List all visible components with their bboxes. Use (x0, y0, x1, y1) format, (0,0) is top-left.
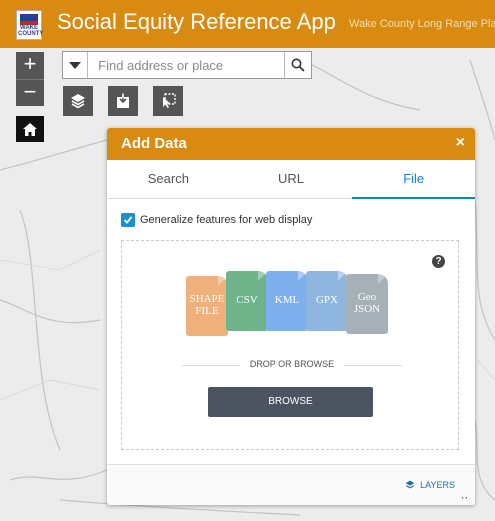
panel-title: Add Data (121, 135, 187, 152)
layers-icon (71, 94, 85, 109)
file-type-label: SHAPE FILE (189, 293, 225, 317)
file-type-label: GPX (315, 294, 338, 307)
tab-url[interactable]: URL (230, 160, 353, 198)
file-type-label: KML (274, 294, 300, 307)
layers-icon (405, 480, 415, 489)
search-button[interactable] (284, 52, 311, 78)
home-icon (23, 122, 37, 136)
county-logo: WAKE COUNTY (16, 10, 44, 40)
search-icon (291, 58, 305, 72)
search-widget (62, 51, 312, 79)
resize-grip-icon[interactable]: ⠠⠄ (458, 491, 471, 502)
add-data-tabs: Search URL File (107, 160, 475, 199)
app-header: WAKE COUNTY Social Equity Reference App … (0, 0, 495, 48)
geojson-type-icon: Geo JSON (346, 274, 388, 334)
search-source-dropdown[interactable] (63, 52, 89, 78)
tab-search[interactable]: Search (107, 160, 230, 198)
generalize-label: Generalize features for web display (140, 214, 313, 226)
layers-label: LAYERS (420, 480, 455, 490)
layers-link[interactable]: LAYERS (405, 480, 455, 490)
generalize-checkbox[interactable] (121, 213, 135, 227)
shapefile-type-icon: SHAPE FILE (186, 276, 228, 336)
add-data-panel: Add Data × Search URL File Generalize fe… (107, 128, 475, 505)
select-tool-button[interactable] (153, 86, 183, 116)
add-data-icon (117, 93, 129, 108)
csv-type-icon: CSV (226, 271, 268, 331)
close-icon[interactable]: × (456, 134, 465, 152)
zoom-in-button[interactable]: + (16, 52, 44, 79)
file-type-label: Geo JSON (353, 291, 381, 315)
panel-footer: LAYERS ⠠⠄ (107, 464, 475, 505)
drop-or-browse-text: DROP OR BROWSE (182, 359, 402, 369)
layers-tool-button[interactable] (63, 86, 93, 116)
zoom-out-button[interactable]: − (16, 80, 44, 107)
search-input[interactable] (88, 52, 285, 78)
app-title: Social Equity Reference App (57, 9, 336, 34)
kml-type-icon: KML (266, 271, 308, 331)
select-icon (163, 93, 176, 108)
logo-text: WAKE COUNTY (18, 25, 44, 37)
tab-file[interactable]: File (352, 160, 475, 199)
panel-header: Add Data × (107, 128, 475, 160)
gpx-type-icon: GPX (306, 271, 348, 331)
app-subtitle: Wake County Long Range Pla (349, 18, 495, 30)
help-icon[interactable]: ? (432, 255, 445, 268)
caret-down-icon (69, 61, 82, 69)
file-drop-zone[interactable]: ? SHAPE FILE CSV KML GPX Geo JSON DROP O… (121, 240, 459, 450)
add-data-tool-button[interactable] (108, 86, 138, 116)
zoom-control: + − (16, 52, 44, 106)
generalize-option[interactable]: Generalize features for web display (121, 213, 312, 227)
file-type-label: CSV (236, 294, 258, 307)
browse-button[interactable]: BROWSE (208, 387, 373, 417)
home-button[interactable] (16, 116, 44, 142)
checkmark-icon (123, 216, 133, 224)
